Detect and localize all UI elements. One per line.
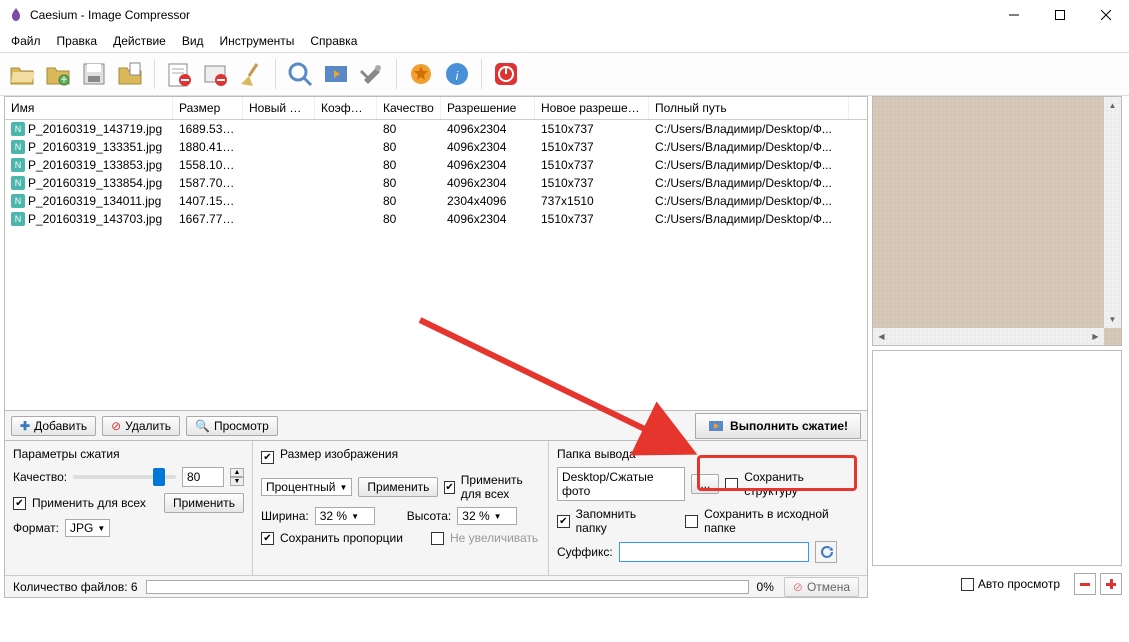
preview-scroll-v[interactable]: ▲▼ <box>1104 97 1121 328</box>
format-label: Формат: <box>13 521 59 535</box>
open-list-icon[interactable] <box>114 58 146 90</box>
apply-size-button[interactable]: Применить <box>358 477 438 497</box>
titlebar: Caesium - Image Compressor <box>0 0 1129 30</box>
quality-down[interactable]: ▼ <box>230 477 244 486</box>
browse-button[interactable]: ... <box>691 474 719 494</box>
suffix-label: Суффикс: <box>557 545 613 559</box>
width-select[interactable]: 32 %▼ <box>315 507 375 525</box>
save-source-label: Сохранить в исходной папке <box>704 507 859 535</box>
preview-pane-2 <box>872 350 1122 566</box>
apply-all-quality-checkbox[interactable]: ✔ <box>13 497 26 510</box>
apply-quality-button[interactable]: Применить <box>164 493 244 513</box>
broom-icon[interactable] <box>235 58 267 90</box>
auto-preview-checkbox[interactable] <box>961 578 974 591</box>
resize-mode-select[interactable]: Процентный▼ <box>261 478 352 496</box>
clear-list-icon[interactable] <box>199 58 231 90</box>
menu-help[interactable]: Справка <box>303 32 364 50</box>
app-logo-icon <box>8 7 24 23</box>
remove-button[interactable]: ⊘Удалить <box>102 416 180 436</box>
progress-pct: 0% <box>757 580 774 594</box>
svg-text:i: i <box>456 69 459 83</box>
menu-view[interactable]: Вид <box>175 32 211 50</box>
add-button[interactable]: ✚Добавить <box>11 416 96 436</box>
compression-params-title: Параметры сжатия <box>13 447 244 461</box>
maximize-button[interactable] <box>1037 0 1083 30</box>
col-path[interactable]: Полный путь <box>649 97 849 119</box>
preview-pane: ▲▼ ◀▶ <box>872 96 1122 346</box>
apply-all-quality-label: Применить для всех <box>32 496 146 510</box>
resize-title: Размер изображения <box>280 447 398 461</box>
quality-slider[interactable] <box>73 475 176 479</box>
remember-folder-checkbox[interactable]: ✔ <box>557 515 570 528</box>
menu-edit[interactable]: Правка <box>50 32 105 50</box>
compress-button[interactable]: Выполнить сжатие! <box>695 413 861 439</box>
menubar: Файл Правка Действие Вид Инструменты Спр… <box>0 30 1129 52</box>
save-source-checkbox[interactable] <box>685 515 698 528</box>
keep-structure-checkbox[interactable] <box>725 478 738 491</box>
keep-structure-label: Сохранить структуру <box>744 470 859 498</box>
table-row[interactable]: NP_20160319_133854.jpg1587.70 Kb804096x2… <box>5 174 867 192</box>
col-quality[interactable]: Качество <box>377 97 441 119</box>
info-icon[interactable]: i <box>441 58 473 90</box>
open-folder-icon[interactable]: + <box>42 58 74 90</box>
remember-folder-label: Запомнить папку <box>576 507 668 535</box>
zoom-in-button[interactable] <box>1100 573 1122 595</box>
toolbar: + i <box>0 52 1129 96</box>
no-enlarge-label: Не увеличивать <box>450 531 538 545</box>
table-row[interactable]: NP_20160319_143703.jpg1667.77 Kb804096x2… <box>5 210 867 228</box>
minimize-button[interactable] <box>991 0 1037 30</box>
keep-ratio-label: Сохранить пропорции <box>280 531 403 545</box>
width-label: Ширина: <box>261 509 309 523</box>
settings-icon[interactable] <box>356 58 388 90</box>
compress-icon[interactable] <box>320 58 352 90</box>
file-count-label: Количество файлов: 6 <box>13 580 138 594</box>
resize-checkbox[interactable]: ✔ <box>261 451 274 464</box>
keep-ratio-checkbox[interactable]: ✔ <box>261 532 274 545</box>
suffix-input[interactable] <box>619 542 809 562</box>
zoom-icon[interactable] <box>284 58 316 90</box>
col-newsize[interactable]: Новый разм <box>243 97 315 119</box>
star-icon[interactable] <box>405 58 437 90</box>
no-enlarge-checkbox[interactable] <box>431 532 444 545</box>
preview-button[interactable]: 🔍Просмотр <box>186 416 278 436</box>
zoom-out-button[interactable] <box>1074 573 1096 595</box>
close-button[interactable] <box>1083 0 1129 30</box>
col-ratio[interactable]: Коэффици <box>315 97 377 119</box>
suffix-reset-button[interactable] <box>815 541 837 563</box>
svg-text:+: + <box>60 72 67 86</box>
compress-small-icon <box>708 418 724 434</box>
apply-all-size-label: Применить для всех <box>461 473 540 501</box>
table-row[interactable]: NP_20160319_134011.jpg1407.15 Kb802304x4… <box>5 192 867 210</box>
height-label: Высота: <box>407 509 452 523</box>
auto-preview-label: Авто просмотр <box>978 577 1060 591</box>
apply-all-size-checkbox[interactable]: ✔ <box>444 481 454 494</box>
progress-bar <box>146 580 749 594</box>
preview-scroll-h[interactable]: ◀▶ <box>873 328 1104 345</box>
remove-item-icon[interactable] <box>163 58 195 90</box>
menu-tools[interactable]: Инструменты <box>213 32 302 50</box>
output-folder-title: Папка вывода <box>557 447 859 461</box>
cancel-button[interactable]: ⊘Отмена <box>784 577 859 597</box>
save-list-icon[interactable] <box>78 58 110 90</box>
power-icon[interactable] <box>490 58 522 90</box>
window-title: Caesium - Image Compressor <box>30 8 991 22</box>
menu-action[interactable]: Действие <box>106 32 173 50</box>
quality-input[interactable]: 80 <box>182 467 224 487</box>
table-row[interactable]: NP_20160319_143719.jpg1689.53 Kb804096x2… <box>5 120 867 138</box>
quality-up[interactable]: ▲ <box>230 468 244 477</box>
open-file-icon[interactable] <box>6 58 38 90</box>
quality-label: Качество: <box>13 470 67 484</box>
menu-file[interactable]: Файл <box>4 32 48 50</box>
col-name[interactable]: Имя <box>5 97 173 119</box>
format-select[interactable]: JPG▼ <box>65 519 110 537</box>
table-row[interactable]: NP_20160319_133351.jpg1880.41 Kb804096x2… <box>5 138 867 156</box>
file-table: Имя Размер Новый разм Коэффици Качество … <box>5 97 867 410</box>
col-size[interactable]: Размер <box>173 97 243 119</box>
output-folder-input[interactable]: Desktop/Сжатые фото <box>557 467 685 501</box>
col-newres[interactable]: Новое разрешение <box>535 97 649 119</box>
table-row[interactable]: NP_20160319_133853.jpg1558.10 Kb804096x2… <box>5 156 867 174</box>
col-resolution[interactable]: Разрешение <box>441 97 535 119</box>
height-select[interactable]: 32 %▼ <box>457 507 517 525</box>
